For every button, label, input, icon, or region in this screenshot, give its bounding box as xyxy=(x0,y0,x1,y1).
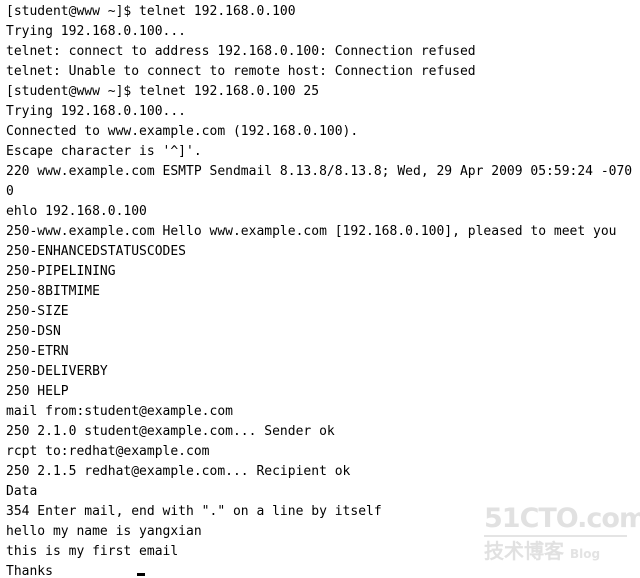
terminal-line: this is my first email xyxy=(6,544,179,559)
terminal-line: Data xyxy=(6,484,38,499)
terminal-line: ehlo 192.168.0.100 xyxy=(6,204,147,219)
terminal-line: 220 www.example.com ESMTP Sendmail 8.13.… xyxy=(6,164,633,179)
terminal-line: telnet: Unable to connect to remote host… xyxy=(6,64,476,79)
terminal-line: 250-ENHANCEDSTATUSCODES xyxy=(6,244,187,259)
terminal-output: [student@www ~]$ telnet 192.168.0.100 Try… xyxy=(6,2,640,578)
terminal-cursor xyxy=(137,573,145,576)
terminal-line: [student@www ~]$ telnet 192.168.0.100 xyxy=(6,4,296,19)
terminal-line: 0 xyxy=(6,184,14,199)
terminal-line: 250-DELIVERBY xyxy=(6,364,108,379)
terminal-line: hello my name is yangxian xyxy=(6,524,202,539)
terminal-line: Connected to www.example.com (192.168.0.… xyxy=(6,124,359,139)
terminal-line: 250 2.1.5 redhat@example.com... Recipien… xyxy=(6,464,351,479)
terminal-line: mail from:student@example.com xyxy=(6,404,233,419)
terminal-line: Trying 192.168.0.100... xyxy=(6,104,187,119)
terminal-line: 250-PIPELINING xyxy=(6,264,116,279)
terminal-line: 250-www.example.com Hello www.example.co… xyxy=(6,224,617,239)
terminal-line: Thanks xyxy=(6,564,53,578)
terminal-line: 250-SIZE xyxy=(6,304,69,319)
terminal-line: [student@www ~]$ telnet 192.168.0.100 25 xyxy=(6,84,320,99)
terminal-line: 250-DSN xyxy=(6,324,61,339)
terminal-line: rcpt to:redhat@example.com xyxy=(6,444,210,459)
terminal-line: Escape character is '^]'. xyxy=(6,144,202,159)
terminal-line: telnet: connect to address 192.168.0.100… xyxy=(6,44,476,59)
terminal-window[interactable]: [student@www ~]$ telnet 192.168.0.100 Try… xyxy=(0,0,640,578)
terminal-line: 354 Enter mail, end with "." on a line b… xyxy=(6,504,382,519)
terminal-line: 250 2.1.0 student@example.com... Sender … xyxy=(6,424,335,439)
terminal-line: 250-8BITMIME xyxy=(6,284,100,299)
terminal-line: Trying 192.168.0.100... xyxy=(6,24,187,39)
terminal-line: 250 HELP xyxy=(6,384,69,399)
terminal-line: 250-ETRN xyxy=(6,344,69,359)
